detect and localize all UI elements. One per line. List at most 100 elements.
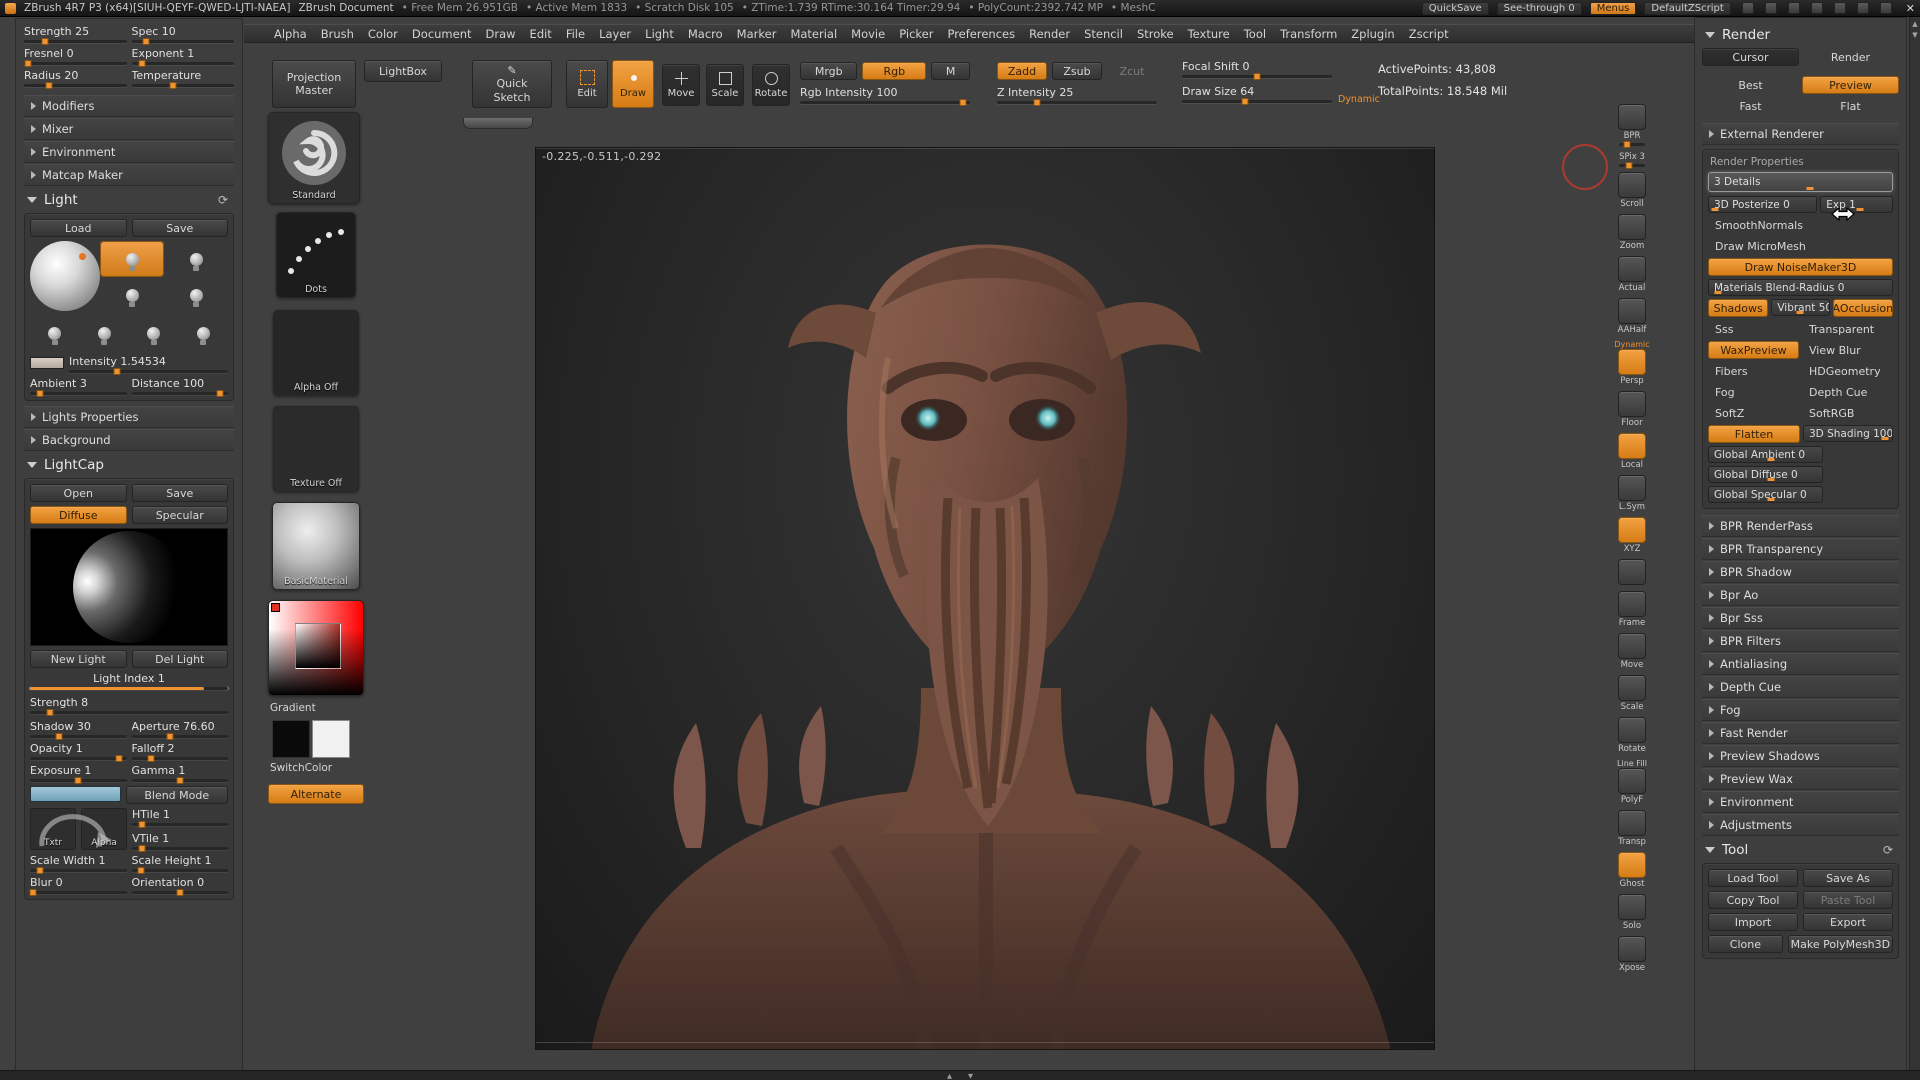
lightbox-button[interactable]: LightBox — [364, 60, 442, 82]
xyz-toggle[interactable]: XYZ — [1618, 517, 1646, 554]
section-bpr-filters[interactable]: BPR Filters — [1702, 630, 1899, 652]
slider-thumb[interactable] — [1625, 162, 1633, 169]
spin-button[interactable] — [1618, 559, 1646, 586]
zcut-toggle[interactable]: Zcut — [1107, 62, 1157, 80]
slider-thumb[interactable] — [115, 755, 123, 762]
menu-stencil[interactable]: Stencil — [1077, 26, 1130, 42]
light-bulb-1[interactable] — [100, 241, 164, 277]
shadows-toggle[interactable]: Shadows — [1708, 299, 1769, 317]
focal-shift-slider[interactable]: Focal Shift 0 — [1182, 60, 1332, 80]
section-bpr-transparency[interactable]: BPR Transparency — [1702, 538, 1899, 560]
shading-slider[interactable]: 3D Shading 100 — [1803, 425, 1893, 442]
section-preview-wax[interactable]: Preview Wax — [1702, 768, 1899, 790]
spec-slider[interactable]: Spec 10 — [131, 25, 234, 45]
blur-slider[interactable]: Blur 0 — [29, 876, 127, 896]
local-toggle[interactable]: Local — [1618, 433, 1646, 470]
slider-thumb[interactable] — [45, 82, 53, 89]
draw-noisemaker-button[interactable]: Draw NoiseMaker3D — [1708, 258, 1893, 276]
menu-macro[interactable]: Macro — [681, 26, 730, 42]
opacity-slider[interactable]: Opacity 1 — [30, 742, 127, 762]
menu-transform[interactable]: Transform — [1273, 26, 1344, 42]
light-bulb-4[interactable] — [164, 277, 228, 313]
current-brush-thumbnail[interactable]: Standard — [268, 112, 360, 204]
mrgb-toggle[interactable]: Mrgb — [800, 62, 858, 80]
menu-movie[interactable]: Movie — [844, 26, 892, 42]
light-color-swatch[interactable] — [30, 357, 64, 369]
draw-micromesh-button[interactable]: Draw MicroMesh — [1708, 237, 1893, 255]
menu-brush[interactable]: Brush — [314, 26, 361, 42]
temperature-slider[interactable]: Temperature — [131, 69, 234, 89]
default-zscript-button[interactable]: DefaultZScript — [1644, 1, 1731, 15]
bpr-button[interactable]: BPR — [1618, 104, 1646, 148]
scroll-down-icon[interactable]: ▼ — [1912, 31, 1917, 39]
projection-master-button[interactable]: Projection Master — [272, 60, 356, 108]
view-blur-slider[interactable]: View Blur — [1802, 341, 1893, 359]
slider-thumb[interactable] — [113, 368, 121, 375]
menu-picker[interactable]: Picker — [892, 26, 940, 42]
menu-stroke[interactable]: Stroke — [1130, 26, 1181, 42]
del-light-button[interactable]: Del Light — [131, 650, 228, 668]
render-button[interactable]: Render — [1802, 48, 1899, 66]
slider-thumb[interactable] — [29, 889, 37, 896]
current-texture-thumbnail[interactable]: Texture Off — [273, 406, 359, 492]
save-as-button[interactable]: Save As — [1803, 869, 1893, 887]
blend-mode-button[interactable]: Blend Mode — [125, 786, 228, 804]
sculpture-model[interactable] — [536, 148, 1435, 1050]
slider-thumb[interactable] — [166, 733, 174, 740]
section-antialiasing[interactable]: Antialiasing — [1702, 653, 1899, 675]
restore-config-icon[interactable]: ⟳ — [1883, 843, 1893, 857]
exponent-slider[interactable]: Exponent 1 — [131, 47, 234, 67]
aahalf-button[interactable]: AAHalf — [1618, 298, 1646, 335]
lightcap-open-button[interactable]: Open — [30, 484, 127, 502]
main-color-swatch[interactable] — [272, 720, 310, 758]
global-specular-slider[interactable]: Global Specular 0 — [1708, 486, 1823, 503]
scale-3d-button[interactable]: Scale — [1618, 675, 1646, 712]
titlebar-doc-icon-6[interactable] — [1856, 2, 1869, 14]
falloff-slider[interactable]: Falloff 2 — [131, 742, 228, 762]
floor-toggle[interactable]: Floor — [1618, 391, 1646, 428]
radius-slider[interactable]: Radius 20 — [24, 69, 127, 89]
menu-draw[interactable]: Draw — [479, 26, 523, 42]
best-render-button[interactable]: Best — [1702, 76, 1799, 94]
menu-zscript[interactable]: Zscript — [1402, 26, 1456, 42]
scale-width-slider[interactable]: Scale Width 1 — [30, 854, 127, 874]
slider-thumb[interactable] — [36, 390, 44, 397]
light-sphere-preview[interactable] — [30, 241, 100, 311]
softrgb-toggle[interactable]: SoftRGB — [1802, 404, 1893, 422]
section-bpr-ao[interactable]: Bpr Ao — [1702, 584, 1899, 606]
titlebar-doc-icon-3[interactable] — [1787, 2, 1800, 14]
fibers-toggle[interactable]: Fibers — [1708, 362, 1799, 380]
light-bulb-5[interactable] — [30, 315, 80, 351]
zadd-toggle[interactable]: Zadd — [997, 62, 1047, 80]
slider-track[interactable] — [1182, 98, 1332, 105]
light-palette-header[interactable]: Light ⟳ — [24, 187, 234, 213]
render-header[interactable]: Render — [1702, 22, 1899, 48]
polyframe-toggle[interactable]: Line Fill PolyF — [1617, 759, 1647, 805]
section-fog[interactable]: Fog — [1702, 699, 1899, 721]
section-lights-properties[interactable]: Lights Properties — [24, 406, 234, 428]
section-adjustments[interactable]: Adjustments — [1702, 814, 1899, 836]
light-bulb-7[interactable] — [129, 315, 179, 351]
slider-thumb[interactable] — [1033, 99, 1041, 106]
draw-size-slider[interactable]: Draw Size 64 — [1182, 85, 1332, 105]
menu-file[interactable]: File — [559, 26, 592, 42]
gamma-slider[interactable]: Gamma 1 — [131, 764, 228, 784]
blend-color-swatch[interactable] — [30, 786, 121, 802]
menu-marker[interactable]: Marker — [730, 26, 784, 42]
wax-preview-toggle[interactable]: WaxPreview — [1708, 341, 1799, 359]
slider-thumb[interactable] — [1241, 98, 1249, 105]
spix-slider[interactable] — [1619, 162, 1645, 169]
section-preview-shadows[interactable]: Preview Shadows — [1702, 745, 1899, 767]
current-alpha-thumbnail[interactable]: Alpha Off — [273, 310, 359, 396]
make-polymesh3d-button[interactable]: Make PolyMesh3D — [1787, 935, 1893, 953]
slider-thumb[interactable] — [137, 867, 145, 874]
slider-thumb[interactable] — [74, 777, 82, 784]
slider-thumb[interactable] — [138, 845, 146, 852]
transp-toggle[interactable]: Transp — [1618, 810, 1646, 847]
transparent-toggle[interactable]: Transparent — [1802, 320, 1893, 338]
orientation-slider[interactable]: Orientation 0 — [131, 876, 228, 896]
lsym-toggle[interactable]: L.Sym — [1618, 475, 1646, 512]
prev-arrow-icon[interactable]: ‹ — [28, 684, 32, 694]
menu-preferences[interactable]: Preferences — [940, 26, 1022, 42]
new-light-button[interactable]: New Light — [30, 650, 127, 668]
